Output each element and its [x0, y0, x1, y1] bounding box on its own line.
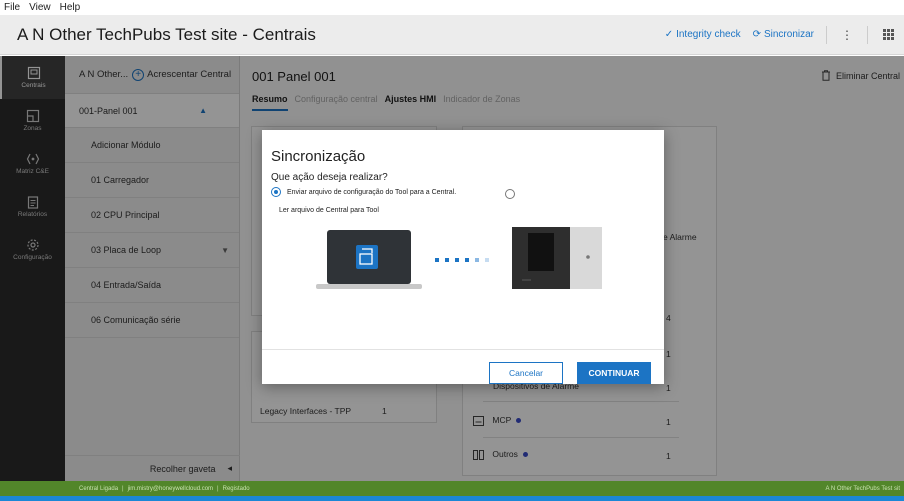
sync-button[interactable]: ⟳ Sincronizar	[753, 29, 814, 40]
grid-menu-icon[interactable]	[880, 27, 896, 43]
continue-button[interactable]: CONTINUAR	[577, 362, 651, 384]
integrity-check-button[interactable]: ✓ Integrity check	[665, 29, 741, 40]
app-title: A N Other TechPubs Test site - Centrais	[17, 24, 316, 44]
more-vert-icon[interactable]: ⋮	[839, 27, 855, 43]
divider	[826, 25, 827, 44]
menu-file[interactable]: File	[4, 2, 20, 13]
sync-dialog: Sincronização Que ação deseja realizar? …	[262, 130, 664, 384]
fire-panel-icon	[512, 227, 602, 289]
radio-send-config[interactable]	[271, 187, 281, 197]
menu-view[interactable]: View	[29, 2, 51, 13]
bottom-accent-strip	[0, 496, 904, 501]
dialog-title: Sincronização	[271, 148, 366, 165]
status-bar: Central Ligada | jim.mistry@honeywellclo…	[0, 481, 904, 496]
option-send-config-label: Enviar arquivo de configuração do Tool p…	[287, 188, 457, 196]
dialog-question: Que ação deseja realizar?	[271, 172, 388, 183]
registration-status: Registado	[222, 485, 250, 492]
sync-illustration	[316, 227, 602, 289]
divider	[262, 349, 664, 350]
connection-status: Central Ligada	[79, 485, 119, 492]
menu-help[interactable]: Help	[60, 2, 81, 13]
status-sep: |	[217, 485, 219, 492]
sync-label: Sincronizar	[763, 29, 814, 40]
status-site-name: A N Other TechPubs Test sit	[825, 485, 900, 492]
integrity-check-label: Integrity check	[676, 29, 741, 40]
option-read-panel-label[interactable]: Ler arquivo de Central para Tool	[279, 207, 379, 214]
transfer-dots-icon	[435, 258, 489, 262]
sync-icon: ⟳	[752, 29, 761, 40]
cancel-button[interactable]: Cancelar	[489, 362, 563, 384]
laptop-icon	[316, 230, 422, 289]
user-email: jim.mistry@honeywellcloud.com	[127, 485, 214, 492]
status-sep: |	[122, 485, 124, 492]
menu-bar: File View Help	[0, 0, 904, 15]
check-icon: ✓	[664, 29, 674, 40]
app-header: A N Other TechPubs Test site - Centrais …	[0, 15, 904, 55]
divider	[867, 25, 868, 44]
option-send-config[interactable]: Enviar arquivo de configuração do Tool p…	[271, 187, 456, 197]
radio-read-panel[interactable]	[505, 189, 515, 199]
